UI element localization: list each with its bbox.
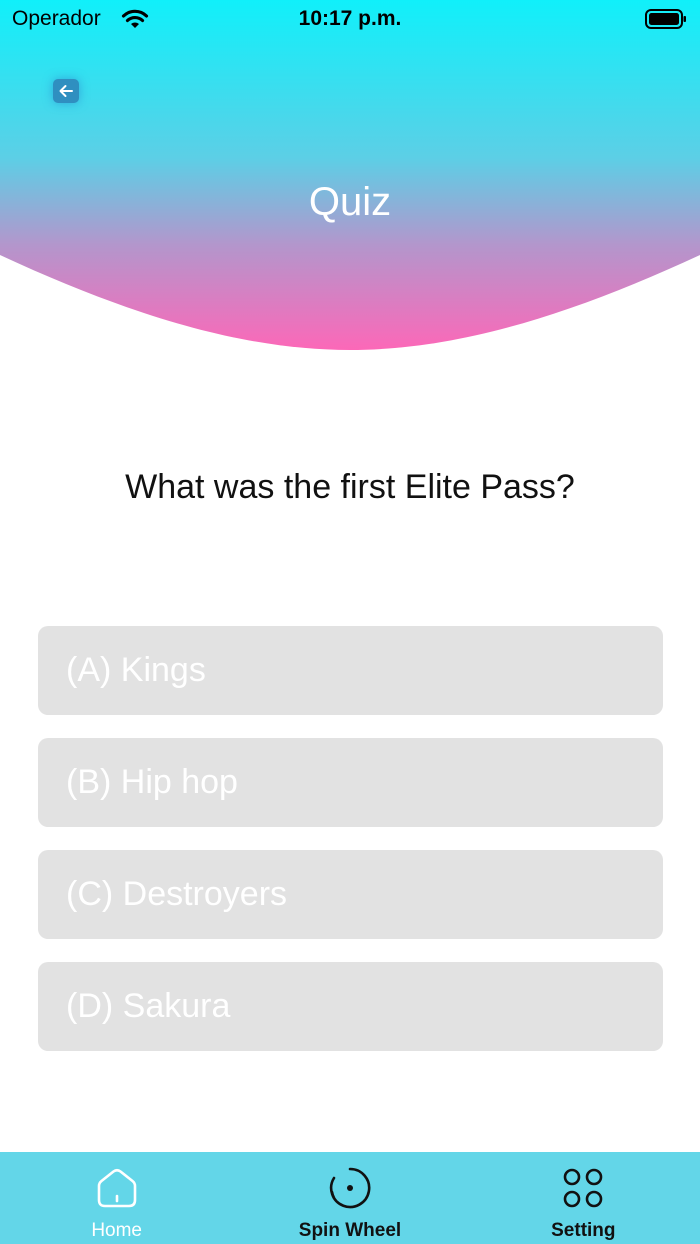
tab-setting[interactable]: Setting	[467, 1152, 700, 1244]
grid-icon	[564, 1168, 603, 1208]
tab-spin-wheel[interactable]: Spin Wheel	[233, 1152, 466, 1244]
tab-home[interactable]: Home	[0, 1152, 233, 1244]
option-d-button[interactable]: (D) Sakura	[38, 962, 663, 1051]
option-label: (A) Kings	[66, 651, 206, 689]
status-bar: Operador 10:17 p.m.	[0, 0, 700, 40]
question-text: What was the first Elite Pass?	[125, 468, 575, 506]
tab-bar: Home Spin Wheel Setting	[0, 1152, 700, 1244]
tab-spin-wheel-label: Spin Wheel	[298, 1220, 402, 1241]
home-icon	[97, 1168, 136, 1208]
option-label: (D) Sakura	[66, 987, 231, 1025]
answer-options: (A) Kings (B) Hip hop (C) Destroyers (D)…	[38, 626, 663, 1074]
back-button[interactable]	[53, 79, 79, 103]
tab-home-label: Home	[91, 1220, 142, 1241]
option-label: (B) Hip hop	[66, 763, 238, 801]
spin-wheel-icon	[329, 1167, 371, 1209]
arrow-left-icon	[59, 85, 73, 97]
battery-icon	[645, 9, 686, 29]
option-c-button[interactable]: (C) Destroyers	[38, 850, 663, 939]
status-time: 10:17 p.m.	[298, 7, 402, 30]
option-label: (C) Destroyers	[66, 875, 288, 913]
option-b-button[interactable]: (B) Hip hop	[38, 738, 663, 827]
option-a-button[interactable]: (A) Kings	[38, 626, 663, 715]
page-title: Quiz	[308, 180, 392, 224]
tab-setting-label: Setting	[551, 1220, 616, 1241]
